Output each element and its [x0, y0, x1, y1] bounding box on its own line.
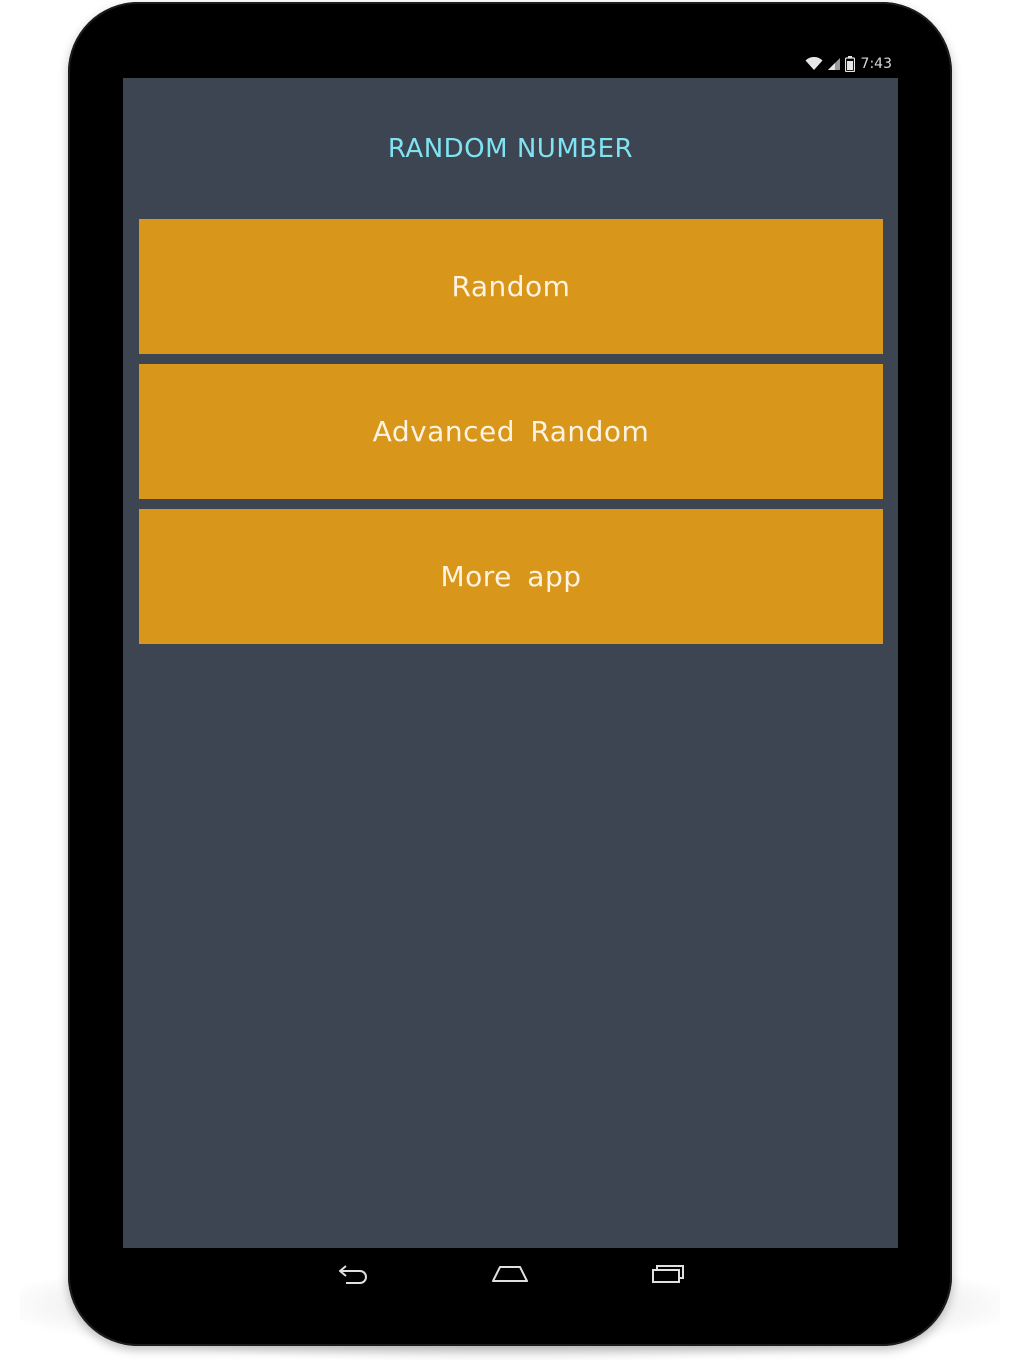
status-bar: 7:43 [123, 50, 898, 78]
recent-apps-icon[interactable] [648, 1258, 688, 1288]
wifi-icon [805, 57, 823, 71]
cell-signal-icon [827, 57, 841, 71]
back-icon[interactable] [334, 1258, 374, 1288]
status-time: 7:43 [860, 56, 892, 72]
more-app-button[interactable]: More app [139, 509, 883, 644]
app-screen: RANDOM NUMBER Random Advanced Random Mor… [123, 78, 898, 1248]
random-button[interactable]: Random [139, 219, 883, 354]
battery-icon [844, 56, 855, 72]
page: 7:43 RANDOM NUMBER Random Advanced Rando… [0, 0, 1020, 1364]
home-icon[interactable] [490, 1258, 530, 1288]
navigation-bar [123, 1248, 898, 1296]
advanced-random-button[interactable]: Advanced Random [139, 364, 883, 499]
app-title: RANDOM NUMBER [387, 134, 634, 164]
